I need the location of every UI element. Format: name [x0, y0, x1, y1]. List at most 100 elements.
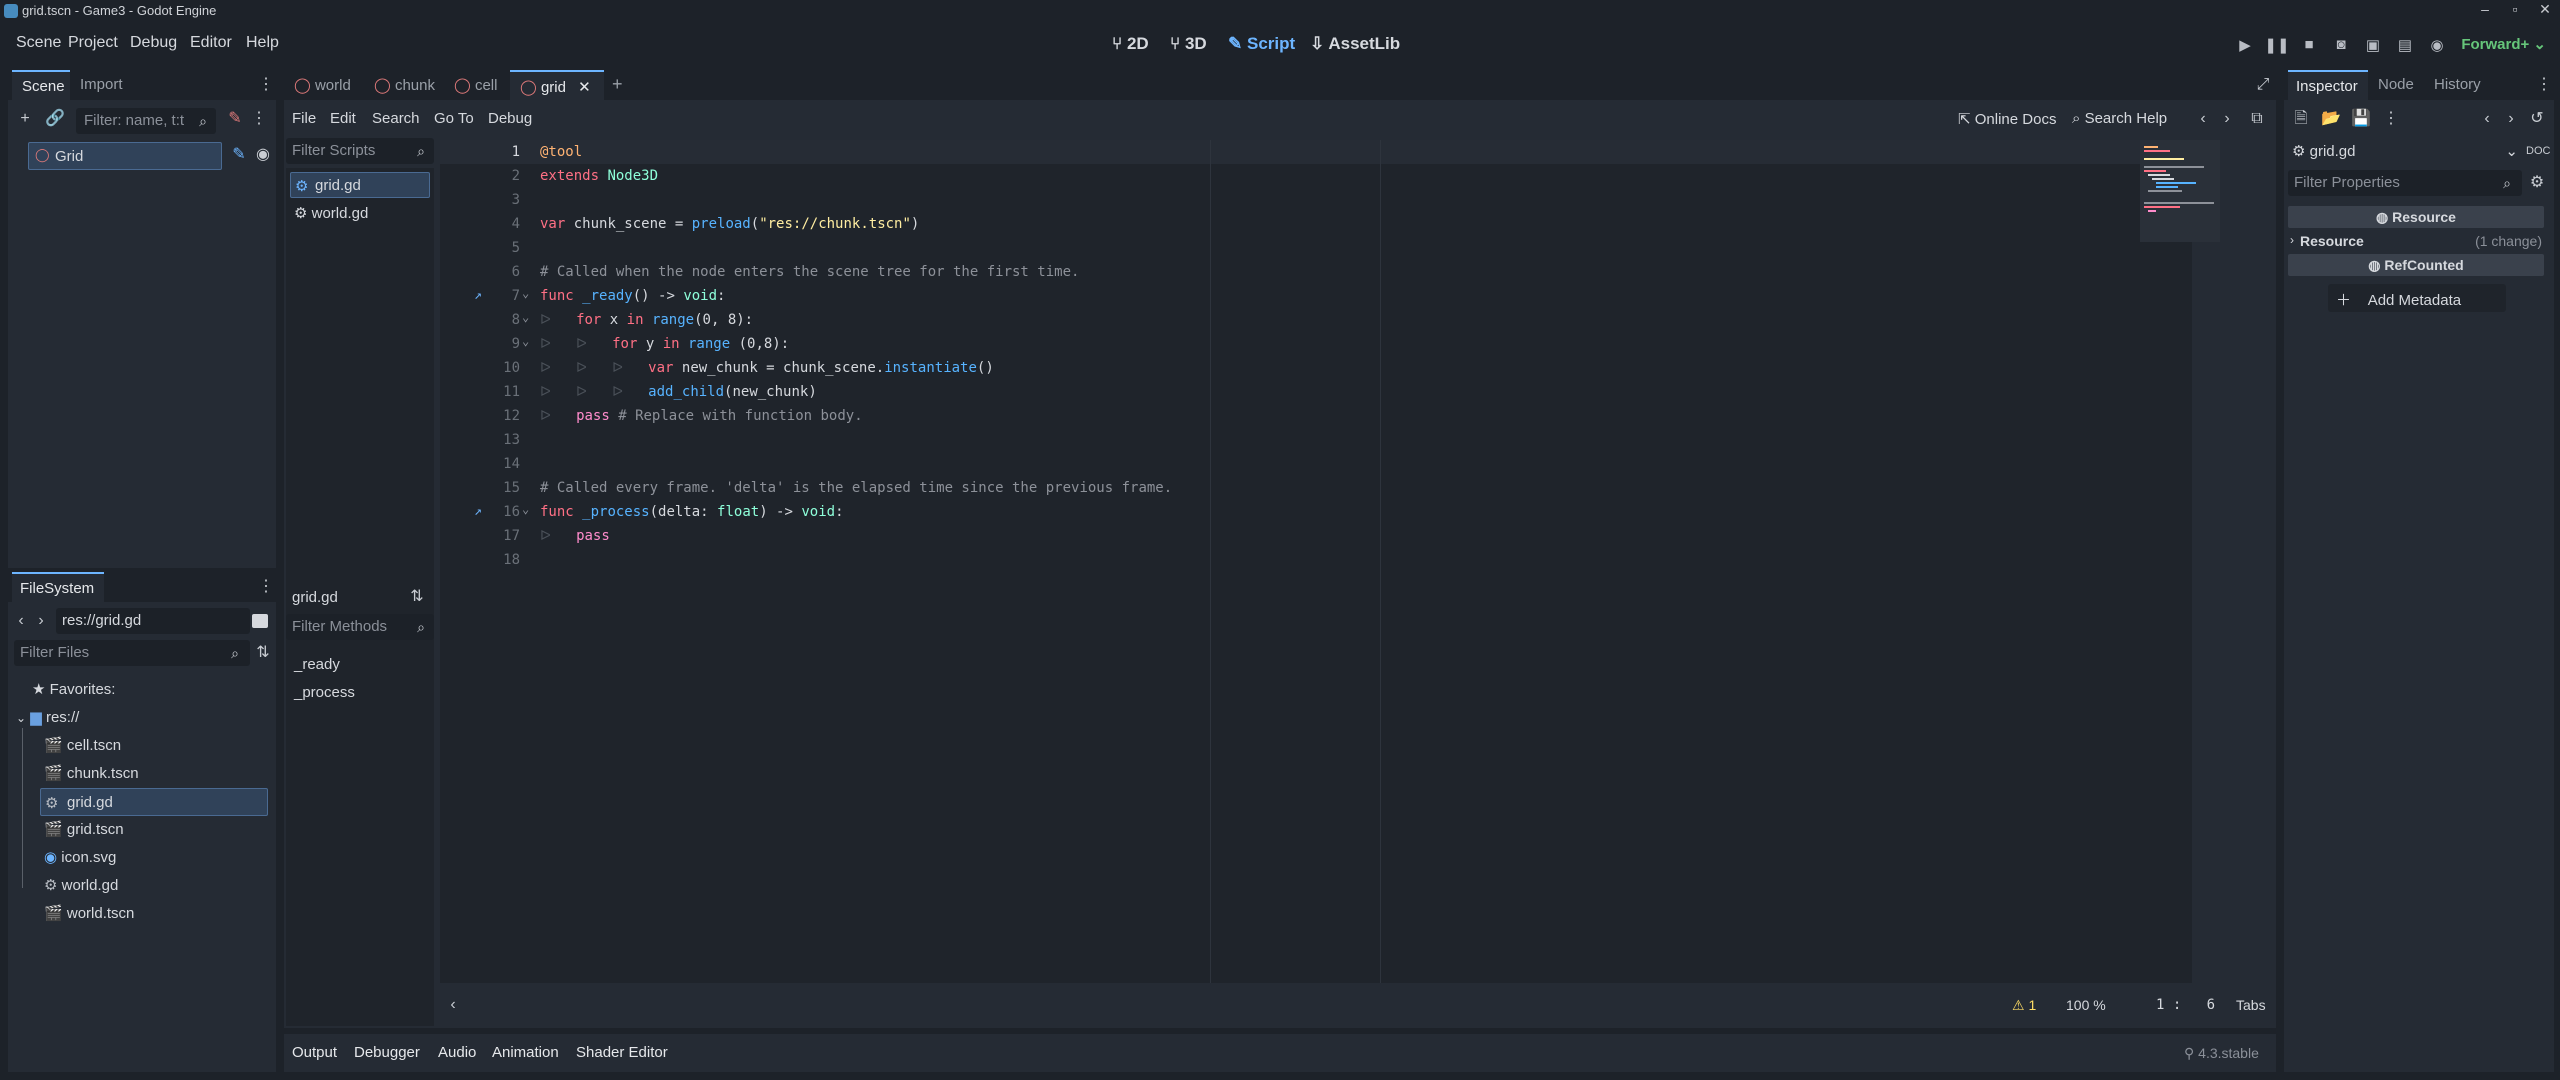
sort-methods-icon[interactable]: ⇅ [406, 586, 428, 608]
script-menu-file[interactable]: File [292, 110, 316, 127]
dock-menu-icon[interactable]: ⋮ [258, 74, 274, 96]
new-resource-icon[interactable]: 🗎 [2290, 108, 2312, 130]
tab-world[interactable]: ◯ world [294, 76, 351, 94]
back-icon[interactable]: ‹ [14, 610, 28, 632]
script-menu-goto[interactable]: Go To [434, 110, 474, 127]
workspace-3d-button[interactable]: ⑂ 3D [1170, 34, 1207, 54]
fold-chevron-icon[interactable]: ⌄ [522, 502, 529, 516]
dock-menu-icon[interactable]: ⋮ [258, 576, 274, 598]
minimize-icon[interactable]: – [2470, 1, 2500, 17]
menu-project[interactable]: Project [68, 34, 118, 52]
renderer-select[interactable]: Forward+ ⌄ [2461, 35, 2546, 53]
filter-files-input[interactable]: Filter Files [14, 640, 250, 666]
tab-filesystem[interactable]: FileSystem [12, 572, 104, 602]
script-menu-debug[interactable]: Debug [488, 110, 532, 127]
file-row[interactable]: ◉ icon.svg [44, 848, 116, 866]
file-row[interactable]: 🎬 cell.tscn [44, 736, 121, 754]
workspace-2d-button[interactable]: ⑂ 2D [1112, 34, 1149, 54]
method-item[interactable]: _process [294, 684, 355, 701]
history-forward-icon[interactable]: › [2500, 108, 2522, 130]
resource-section[interactable]: › Resource (1 change) [2288, 230, 2544, 252]
tab-chunk[interactable]: ◯ chunk [374, 76, 435, 94]
instance-scene-icon[interactable]: 🔗 [44, 108, 66, 130]
save-icon[interactable]: 💾 [2350, 108, 2372, 130]
tab-cell[interactable]: ◯ cell [454, 76, 497, 94]
override-method-icon[interactable]: ↗ [474, 288, 482, 303]
tab-animation[interactable]: Animation [492, 1044, 559, 1061]
inspector-options-icon[interactable]: ⚙ [2526, 172, 2548, 194]
play-custom-icon[interactable]: ▤ [2392, 36, 2418, 58]
file-row[interactable]: 🎬 grid.tscn [44, 820, 124, 838]
tab-debugger[interactable]: Debugger [354, 1044, 420, 1061]
tab-output[interactable]: Output [292, 1044, 337, 1061]
tab-history[interactable]: History [2434, 76, 2481, 93]
fold-chevron-icon[interactable]: ⌄ [522, 334, 529, 348]
dock-menu-icon[interactable]: ⋮ [2536, 74, 2552, 96]
favorites-row[interactable]: ★ Favorites: [32, 680, 115, 698]
path-field[interactable]: res://grid.gd [56, 608, 250, 634]
distraction-free-icon[interactable]: ⤢ [2252, 74, 2274, 96]
script-attached-icon[interactable]: ✎ [228, 144, 250, 166]
scene-options-icon[interactable]: ⋮ [248, 108, 270, 130]
pause-icon[interactable]: ❚❚ [2264, 36, 2290, 58]
toggle-scripts-panel-icon[interactable]: ‹ [442, 994, 464, 1016]
attach-script-icon[interactable]: ✎ [224, 108, 246, 130]
tab-inspector[interactable]: Inspector [2288, 70, 2368, 100]
code-editor[interactable]: 1 2 3 4 5 6 7 8 9 10 11 12 13 14 15 16 1… [440, 140, 2192, 983]
maximize-icon[interactable]: ▫ [2500, 1, 2530, 17]
root-folder-row[interactable]: ⌄ ▆ res:// [16, 708, 79, 726]
doc-icon[interactable]: DOC [2526, 140, 2550, 162]
history-back-icon[interactable]: ‹ [2476, 108, 2498, 130]
override-method-icon[interactable]: ↗ [474, 504, 482, 519]
stop-icon[interactable]: ■ [2296, 36, 2322, 58]
fold-chevron-icon[interactable]: ⌄ [522, 286, 529, 300]
split-view-icon[interactable] [252, 614, 268, 628]
open-resource-icon[interactable]: 📂 [2320, 108, 2342, 130]
tree-row-grid[interactable]: ◯ Grid [28, 142, 222, 170]
fold-chevron-icon[interactable]: ⌄ [522, 310, 529, 324]
visibility-eye-icon[interactable]: ◉ [252, 144, 274, 166]
add-tab-icon[interactable]: + [612, 74, 623, 95]
file-row-selected[interactable]: ⚙ grid.gd [40, 788, 268, 816]
resource-menu-icon[interactable]: ⋮ [2380, 108, 2402, 130]
add-node-icon[interactable]: + [14, 108, 36, 130]
add-metadata-button[interactable]: ＋ Add Metadata [2328, 284, 2506, 312]
file-row[interactable]: 🎬 world.tscn [44, 904, 134, 922]
zoom-level[interactable]: 100 % [2066, 997, 2106, 1013]
indent-mode[interactable]: Tabs [2236, 997, 2266, 1013]
forward-icon[interactable]: › [34, 610, 48, 632]
float-window-icon[interactable]: ⧉ [2246, 108, 2268, 130]
file-row[interactable]: 🎬 chunk.tscn [44, 764, 139, 782]
menu-help[interactable]: Help [246, 34, 279, 52]
object-history-icon[interactable]: ↺ [2526, 108, 2548, 130]
script-menu-search[interactable]: Search [372, 110, 420, 127]
menu-debug[interactable]: Debug [130, 34, 177, 52]
close-tab-icon[interactable]: ✕ [578, 79, 591, 96]
method-item[interactable]: _ready [294, 656, 340, 673]
script-item-selected[interactable]: ⚙ grid.gd [290, 172, 430, 198]
search-help-button[interactable]: ⌕ Search Help [2072, 110, 2167, 127]
workspace-assetlib-button[interactable]: ⇩ AssetLib [1310, 34, 1400, 54]
tab-shader-editor[interactable]: Shader Editor [576, 1044, 668, 1061]
workspace-script-button[interactable]: ✎ Script [1228, 34, 1295, 54]
inspected-object-select[interactable]: ⚙ grid.gd ⌄ [2288, 138, 2522, 164]
script-item[interactable]: ⚙ world.gd [294, 204, 368, 222]
menu-editor[interactable]: Editor [190, 34, 232, 52]
filter-properties-input[interactable]: Filter Properties [2288, 170, 2522, 196]
sort-icon[interactable]: ⇅ [252, 642, 274, 664]
history-forward-icon[interactable]: › [2216, 108, 2238, 130]
warnings-indicator[interactable]: ⚠ 1 [2012, 997, 2036, 1014]
tab-audio[interactable]: Audio [438, 1044, 476, 1061]
code-minimap[interactable] [2140, 140, 2220, 242]
history-back-icon[interactable]: ‹ [2192, 108, 2214, 130]
file-row[interactable]: ⚙ world.gd [44, 876, 118, 894]
tab-node[interactable]: Node [2378, 76, 2414, 93]
movie-maker-icon[interactable]: ◉ [2424, 36, 2450, 58]
menu-scene[interactable]: Scene [16, 34, 61, 52]
close-window-icon[interactable]: ✕ [2530, 1, 2560, 18]
remote-debug-icon[interactable]: ◙ [2328, 36, 2354, 58]
play-icon[interactable]: ▶ [2232, 36, 2258, 58]
online-docs-button[interactable]: ⇱ Online Docs [1958, 110, 2056, 128]
script-menu-edit[interactable]: Edit [330, 110, 356, 127]
play-scene-icon[interactable]: ▣ [2360, 36, 2386, 58]
